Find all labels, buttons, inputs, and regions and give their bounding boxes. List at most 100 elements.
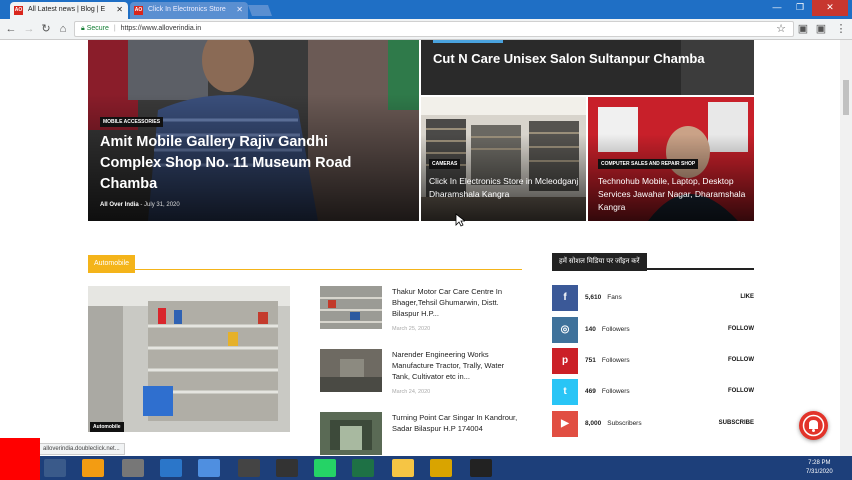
count-value: 5,610 — [585, 294, 602, 301]
maximize-button[interactable]: ❐ — [789, 0, 811, 16]
twitter-icon[interactable]: t — [552, 379, 578, 405]
site-favicon-icon: AO — [14, 6, 23, 15]
post-title[interactable]: Click In Electronics Store in Mcleodganj… — [429, 175, 579, 201]
internet-explorer-icon[interactable] — [160, 459, 182, 477]
minimize-button[interactable]: — — [766, 0, 788, 16]
tab-title: Click In Electronics Store — [148, 6, 226, 13]
automobile-big-image — [88, 286, 290, 432]
automobile-big-post[interactable]: Automobile — [88, 286, 290, 432]
pinterest-icon[interactable]: p — [552, 348, 578, 374]
bell-icon — [802, 414, 825, 437]
social-row-pinterest[interactable]: p 751 Followers FOLLOW — [552, 348, 754, 374]
post-title[interactable]: Narender Engineering Works Manufacture T… — [392, 349, 522, 382]
browser-titlebar: AO All Latest news | Blog | E ✕ AO Click… — [0, 0, 852, 19]
chrome-icon[interactable] — [198, 459, 220, 477]
post-title[interactable]: Amit Mobile Gallery Rajiv Gandhi Complex… — [100, 132, 360, 195]
clock-date: 7/31/2020 — [806, 469, 833, 475]
social-row-twitter[interactable]: t 469 Followers FOLLOW — [552, 379, 754, 405]
address-bar: ← → ↻ ⌂ 🔒︎ Secure | https://www.alloveri… — [0, 19, 852, 40]
post-author[interactable]: All Over India — [100, 202, 139, 208]
home-button[interactable]: ⌂ — [56, 22, 70, 36]
featured-mid-post[interactable]: CAMERAS Click In Electronics Store in Mc… — [421, 97, 586, 221]
category-badge[interactable]: CAMERAS — [429, 159, 461, 169]
media-player-icon[interactable] — [82, 459, 104, 477]
follow-button[interactable]: FOLLOW — [728, 388, 754, 394]
post-title[interactable]: Turning Point Car Singar In Kandrour, Sa… — [392, 412, 522, 434]
social-count: 8,000 Subscribers — [585, 420, 642, 427]
category-strip — [433, 40, 503, 43]
automobile-heading[interactable]: Automobile — [88, 255, 136, 273]
back-button[interactable]: ← — [4, 22, 18, 36]
app-icon[interactable] — [430, 459, 452, 477]
bookmark-star-icon[interactable]: ☆ — [774, 22, 788, 36]
automobile-block-header: Automobile — [88, 252, 522, 273]
post-meta: All Over India - July 31, 2020 — [100, 202, 180, 208]
tab-close-icon[interactable]: ✕ — [236, 2, 243, 18]
page-scrollbar[interactable] — [840, 40, 852, 456]
follow-button[interactable]: FOLLOW — [728, 326, 754, 332]
tab-click-in-electronics[interactable]: AO Click In Electronics Store ✕ — [130, 2, 248, 19]
category-badge[interactable]: MOBILE ACCESSORIES — [100, 117, 164, 127]
tab-close-icon[interactable]: ✕ — [116, 2, 123, 18]
excel-icon[interactable] — [352, 459, 374, 477]
tab-all-latest-news[interactable]: AO All Latest news | Blog | E ✕ — [10, 2, 128, 19]
subscribe-button[interactable]: SUBSCRIBE — [719, 420, 754, 426]
notification-bell-button[interactable] — [799, 411, 828, 440]
url-separator: | — [113, 25, 116, 32]
social-row-youtube[interactable]: ▶ 8,000 Subscribers SUBSCRIBE — [552, 411, 754, 437]
featured-right-post[interactable]: COMPUTER SALES AND REPAIR SHOP Technohub… — [588, 97, 754, 221]
app-icon[interactable] — [122, 459, 144, 477]
url-input[interactable]: 🔒︎ Secure | https://www.alloverindia.in — [74, 21, 794, 37]
featured-top-right-post[interactable]: Cut N Care Unisex Salon Sultanpur Chamba — [421, 40, 754, 95]
post-title[interactable]: Technohub Mobile, Laptop, Desktop Servic… — [598, 175, 748, 214]
category-badge[interactable]: Automobile — [90, 422, 124, 432]
reload-button[interactable]: ↻ — [39, 22, 53, 36]
list-item[interactable]: Thakur Motor Car Care Centre In Bhager,T… — [320, 286, 520, 336]
extension-icon[interactable]: ▣ — [796, 22, 810, 36]
url-text: https://www.alloverindia.in — [120, 25, 202, 32]
start-button[interactable] — [0, 438, 40, 480]
system-clock[interactable]: 7:28 PM 7/31/2020 — [806, 459, 833, 477]
list-item[interactable]: Narender Engineering Works Manufacture T… — [320, 349, 520, 399]
windows-taskbar: 7:28 PM 7/31/2020 — [0, 456, 852, 480]
social-count: 5,610 Fans — [585, 294, 622, 301]
post-title[interactable]: Cut N Care Unisex Salon Sultanpur Chamba — [433, 49, 713, 68]
count-value: 8,000 — [585, 420, 602, 427]
count-label: Followers — [601, 326, 630, 333]
whatsapp-icon[interactable] — [314, 459, 336, 477]
forward-button[interactable]: → — [22, 22, 36, 36]
menu-kebab-icon[interactable]: ⋮ — [834, 22, 848, 36]
social-heading: हमें सोशल मिडिया पर जॉइन करें — [552, 253, 647, 271]
tab-title: All Latest news | Blog | E — [28, 6, 106, 13]
like-button[interactable]: LIKE — [740, 294, 754, 300]
facebook-icon[interactable]: f — [552, 285, 578, 311]
post-thumbnail[interactable] — [320, 349, 382, 392]
count-label: Subscribers — [607, 420, 642, 427]
category-badge[interactable]: COMPUTER SALES AND REPAIR SHOP — [598, 159, 699, 169]
social-count: 751 Followers — [585, 357, 630, 364]
featured-main-post[interactable]: MOBILE ACCESSORIES Amit Mobile Gallery R… — [88, 40, 419, 221]
secure-label: Secure — [86, 25, 109, 32]
app-icon[interactable] — [470, 459, 492, 477]
post-date: July 31, 2020 — [144, 202, 180, 208]
instagram-icon[interactable]: ◎ — [552, 317, 578, 343]
post-title[interactable]: Thakur Motor Car Care Centre In Bhager,T… — [392, 286, 522, 319]
post-date: March 25, 2020 — [392, 326, 431, 332]
new-tab-button[interactable] — [247, 5, 273, 16]
social-block-header: हमें सोशल मिडिया पर जॉइन करें — [552, 250, 754, 271]
app-icon[interactable] — [238, 459, 260, 477]
post-thumbnail[interactable] — [320, 412, 382, 455]
social-row-instagram[interactable]: ◎ 140 Followers FOLLOW — [552, 317, 754, 343]
count-label: Fans — [607, 294, 622, 301]
app-icon[interactable] — [276, 459, 298, 477]
follow-button[interactable]: FOLLOW — [728, 357, 754, 363]
youtube-icon[interactable]: ▶ — [552, 411, 578, 437]
close-window-button[interactable]: ✕ — [812, 0, 848, 16]
ie-like-icon[interactable] — [44, 459, 66, 477]
post-thumbnail[interactable] — [320, 286, 382, 329]
extension-icon[interactable]: ▣ — [814, 22, 828, 36]
list-item[interactable]: Turning Point Car Singar In Kandrour, Sa… — [320, 412, 520, 456]
social-row-facebook[interactable]: f 5,610 Fans LIKE — [552, 285, 754, 311]
file-explorer-icon[interactable] — [392, 459, 414, 477]
scrollbar-thumb[interactable] — [843, 80, 849, 115]
